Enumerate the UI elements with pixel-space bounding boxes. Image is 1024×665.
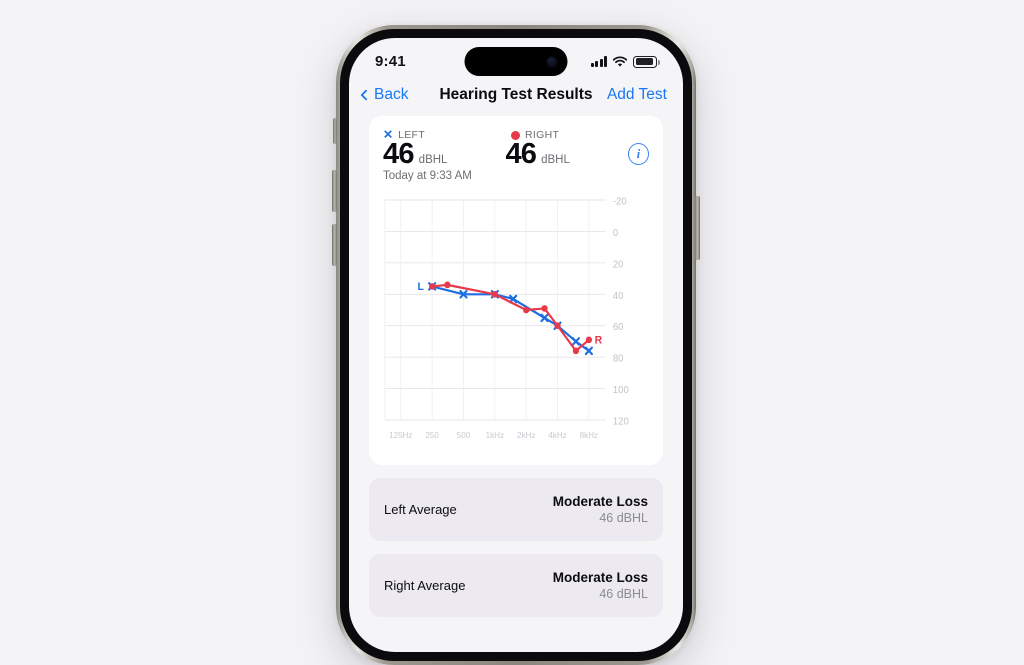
y-axis-tick: 40 [613,291,624,302]
y-axis-tick: 80 [613,354,624,365]
audiogram-chart[interactable]: -20 0 20 40 60 80 100 120 125Hz 250 500 1kHz 2kHz 4kH… [383,190,649,455]
status-time: 9:41 [375,53,406,70]
back-button-label: Back [374,86,409,103]
x-axis-tick: 250 [425,430,439,440]
battery-icon [633,55,660,68]
right-average-grade: Moderate Loss [552,570,648,586]
right-average-label: Right Average [384,578,466,594]
left-average-grade: Moderate Loss [552,494,648,510]
power-button[interactable] [695,196,700,260]
navigation-bar: Back Hearing Test Results Add Test [349,82,683,116]
left-value-group: 46 dBHL [383,138,505,170]
data-point-right [428,283,436,291]
x-marker-icon: ✕ [383,127,394,142]
left-average-value: 46 dBHL [599,511,648,526]
right-value: 46 [505,138,537,170]
x-axis-tick: 1kHz [486,430,504,440]
y-axis-tick: 60 [613,322,624,333]
data-point-right [554,322,561,330]
right-average-row[interactable]: Right Average Moderate Loss 46 dBHL [369,554,663,618]
left-average-label: Left Average [384,502,457,518]
x-axis-tick: 500 [457,430,471,440]
x-axis-tick: 125Hz [389,430,412,440]
front-camera-icon [546,56,558,67]
data-point-right [444,281,451,289]
endpoint-label-r: R [595,335,603,347]
left-average-values: Moderate Loss 46 dBHL [553,494,648,525]
test-timestamp: Today at 9:33 AM [383,170,472,183]
x-axis-tick: 8kHz [580,430,598,440]
phone-screen: 9:41 Back Hearing Test Results Add Test … [349,38,683,652]
audiogram-svg: -20 0 20 40 60 80 100 120 125Hz 250 500 1kHz 2kHz 4kH… [384,197,629,440]
series-line-right [431,284,590,353]
y-axis-tick: 0 [613,228,619,239]
y-axis-tick: 100 [613,385,629,396]
info-circle-icon[interactable]: i [627,143,649,166]
action-button[interactable] [333,118,337,144]
data-point-right [541,305,548,313]
wifi-icon [612,55,628,67]
right-average-values: Moderate Loss 46 dBHL [553,570,648,601]
x-axis-tick: 2kHz [517,430,535,440]
status-bar: 9:41 [349,38,683,82]
page-title: Hearing Test Results [439,86,593,103]
volume-up-button[interactable] [332,170,337,212]
data-point-left [571,337,580,347]
data-point-right [523,307,530,314]
endpoint-label-l: L [418,281,425,293]
left-value: 46 [383,138,414,170]
ear-value-row: 46 dBHL 46 dBHL i [383,139,649,169]
right-average-value: 46 dBHL [599,587,648,602]
y-axis-tick: 120 [613,417,629,428]
hearing-results-card: ✕ LEFT RIGHT 46 dBHL 46 dBHL i Today at … [369,116,663,466]
back-button[interactable]: Back [360,86,409,104]
x-axis-tick: 4kHz [548,430,566,440]
chevron-left-icon [360,89,372,101]
add-test-button[interactable]: Add Test [607,86,667,104]
left-average-row[interactable]: Left Average Moderate Loss 46 dBHL [369,478,663,542]
status-indicators [590,55,660,68]
volume-down-button[interactable] [332,224,337,266]
data-point-right [585,336,593,344]
left-value-unit: dBHL [418,154,448,166]
right-value-unit: dBHL [541,154,570,166]
data-point-left [540,313,549,323]
phone-stage: 9:41 Back Hearing Test Results Add Test … [0,0,1024,665]
data-point-right [572,347,580,355]
right-value-group: 46 dBHL [505,138,627,170]
content-area: ✕ LEFT RIGHT 46 dBHL 46 dBHL i Today at … [349,116,683,618]
cellular-signal-icon [590,56,607,67]
y-axis-tick: -20 [613,197,627,208]
y-axis-tick: 20 [613,260,624,271]
dynamic-island[interactable] [464,47,568,76]
data-point-right [491,291,498,299]
